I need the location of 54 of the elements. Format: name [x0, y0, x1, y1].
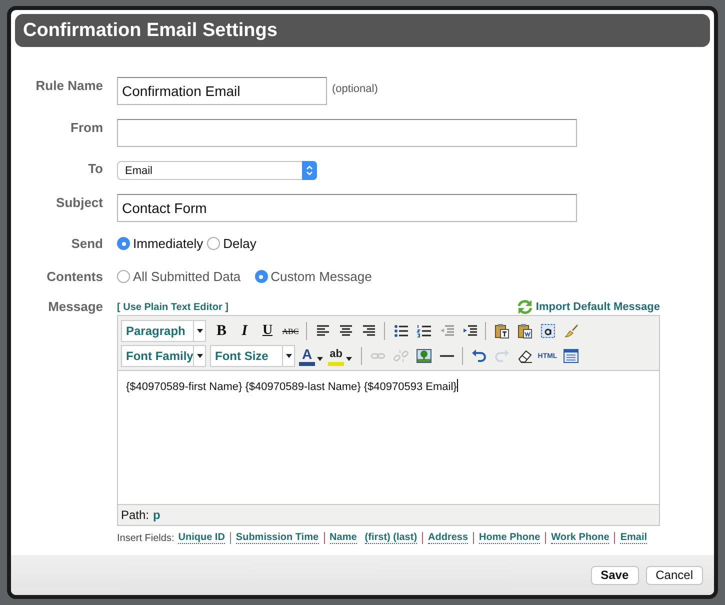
insert-field-link[interactable]: Email: [620, 532, 648, 544]
path-value[interactable]: p: [153, 508, 160, 522]
insert-field-link[interactable]: Address: [428, 532, 468, 544]
caret-icon: [346, 356, 352, 360]
italic-button[interactable]: I: [233, 320, 256, 342]
bold-button[interactable]: B: [210, 320, 233, 342]
text-cursor: [456, 379, 458, 392]
hint-text: (optional): [332, 83, 378, 95]
message-text: {$40970589-first Name} {$40970589-last Name} {$40970593 Email}: [126, 381, 457, 393]
field-label: Subject: [55, 194, 104, 210]
path-label: Path:: [121, 508, 150, 522]
underline-button[interactable]: U: [256, 320, 279, 342]
strikethrough-button[interactable]: ABC: [279, 320, 302, 342]
insert-field-link[interactable]: (first) (last): [364, 532, 418, 544]
save-button[interactable]: Save: [590, 566, 639, 584]
insert-field-link[interactable]: Name: [330, 532, 357, 544]
dropdown[interactable]: Email: [117, 161, 317, 180]
field-label: From: [70, 119, 104, 135]
radio-option[interactable]: Delay: [207, 236, 256, 251]
caret-icon: [196, 329, 202, 333]
caret-icon: [286, 354, 292, 358]
plain-text-editor-link[interactable]: [ Use Plain Text Editor ]: [117, 302, 228, 312]
field-label: To: [87, 161, 104, 176]
text-field[interactable]: [117, 119, 577, 147]
format-dropdown[interactable]: Font Family: [121, 345, 206, 367]
highlight-color-button[interactable]: ab: [328, 345, 357, 367]
text-field[interactable]: Contact Form: [117, 194, 577, 222]
field-label: Rule Name: [34, 77, 104, 93]
refresh-icon: [516, 299, 534, 315]
field-label: Message: [47, 299, 104, 316]
radio-option[interactable]: Custom Message: [254, 269, 372, 284]
radio-button[interactable]: [254, 270, 268, 283]
text-color-button[interactable]: A: [299, 345, 328, 367]
radio-button[interactable]: [117, 270, 130, 283]
radio-button[interactable]: [207, 237, 220, 250]
caret-icon: [317, 356, 323, 360]
caret-icon: [196, 354, 202, 358]
radio-option[interactable]: All Submitted Data: [117, 269, 241, 284]
insert-fields-label: Insert Fields:: [117, 532, 174, 544]
cancel-button[interactable]: Cancel: [646, 566, 703, 584]
field-label: Send: [70, 236, 104, 251]
radio-button[interactable]: [117, 237, 130, 250]
radio-option[interactable]: Immediately: [117, 236, 204, 251]
insert-field-link[interactable]: Submission Time: [236, 532, 319, 544]
import-default-message-link[interactable]: Import Default Message: [516, 299, 660, 315]
dialog-title: Confirmation Email Settings: [23, 20, 278, 42]
insert-field-link[interactable]: Unique ID: [178, 532, 225, 544]
insert-field-link[interactable]: Home Phone: [479, 532, 540, 544]
text-field[interactable]: Confirmation Email: [117, 77, 327, 105]
format-dropdown[interactable]: Font Size: [210, 345, 295, 367]
format-dropdown[interactable]: Paragraph: [121, 320, 206, 342]
insert-field-link[interactable]: Work Phone: [551, 532, 610, 544]
chevron-icon: [306, 165, 313, 176]
field-label: Contents: [46, 269, 104, 284]
